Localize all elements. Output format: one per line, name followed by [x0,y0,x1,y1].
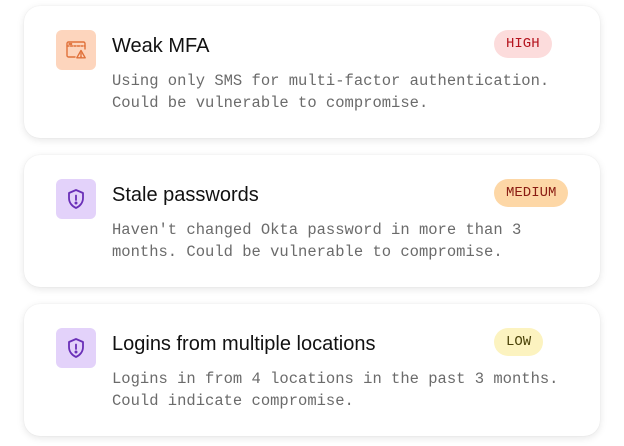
risk-card-multiple-locations[interactable]: Logins from multiple locations LOW Login… [24,304,600,436]
risk-description: Logins in from 4 locations in the past 3… [112,370,559,410]
risk-title: Weak MFA [112,35,210,57]
risk-description: Haven't changed Okta password in more th… [112,221,522,261]
shield-alert-icon [56,179,96,219]
risk-card-stale-passwords[interactable]: Stale passwords MEDIUM Haven't changed O… [24,155,600,287]
severity-badge: HIGH [494,30,552,58]
risk-description: Using only SMS for multi-factor authenti… [112,72,550,112]
risk-title: Logins from multiple locations [112,333,376,355]
shield-alert-icon [56,328,96,368]
severity-badge: LOW [494,328,544,356]
severity-badge: MEDIUM [494,179,569,207]
risk-card-weak-mfa[interactable]: Weak MFA HIGH Using only SMS for multi-f… [24,6,600,138]
browser-warning-icon [56,30,96,70]
risk-title: Stale passwords [112,184,259,206]
